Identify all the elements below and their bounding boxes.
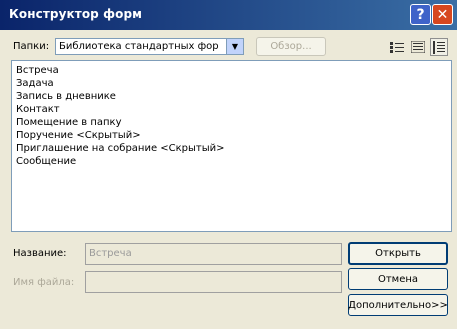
view-small-icons-button[interactable] <box>409 38 427 56</box>
advanced-button-label: Дополнительно>> <box>348 299 448 311</box>
filename-field <box>85 271 342 293</box>
forms-list[interactable]: Встреча Задача Запись в дневнике Контакт… <box>11 60 452 232</box>
close-button[interactable]: ✕ <box>432 4 453 25</box>
folder-select[interactable]: Библиотека стандартных форм ▼ <box>55 38 244 55</box>
list-item[interactable]: Запись в дневнике <box>16 90 116 103</box>
filename-label: Имя файла: <box>13 277 75 288</box>
name-field: Встреча <box>85 243 342 265</box>
details-icon <box>433 40 445 54</box>
list-item[interactable]: Приглашение на собрание <Скрытый> <box>16 142 225 155</box>
list-item[interactable]: Контакт <box>16 103 60 116</box>
cancel-button[interactable]: Отмена <box>348 268 448 290</box>
view-details-button[interactable] <box>430 38 448 56</box>
large-icons-icon <box>390 42 404 53</box>
list-item[interactable]: Поручение <Скрытый> <box>16 129 141 142</box>
folder-select-value: Библиотека стандартных форм <box>59 41 219 52</box>
help-icon: ? <box>416 6 425 23</box>
name-field-value: Встреча <box>89 248 132 259</box>
title-bar: Конструктор форм ? ✕ <box>0 0 457 30</box>
close-icon: ✕ <box>436 6 449 23</box>
chevron-down-icon[interactable]: ▼ <box>226 39 243 54</box>
open-button-label: Открыть <box>375 248 421 259</box>
help-button[interactable]: ? <box>410 4 431 25</box>
name-label: Название: <box>13 248 67 259</box>
list-item[interactable]: Встреча <box>16 64 59 77</box>
window-title: Конструктор форм <box>9 7 143 21</box>
advanced-button[interactable]: Дополнительно>> <box>348 294 448 316</box>
view-large-icons-button[interactable] <box>388 38 406 56</box>
list-item[interactable]: Помещение в папку <box>16 116 122 129</box>
list-item[interactable]: Сообщение <box>16 155 76 168</box>
list-item[interactable]: Задача <box>16 77 54 90</box>
open-button[interactable]: Открыть <box>348 242 448 265</box>
browse-button-label: Обзор... <box>270 41 312 52</box>
cancel-button-label: Отмена <box>377 273 419 285</box>
list-icon <box>411 41 425 53</box>
folder-label: Папки: <box>13 41 50 52</box>
browse-button[interactable]: Обзор... <box>256 37 326 56</box>
